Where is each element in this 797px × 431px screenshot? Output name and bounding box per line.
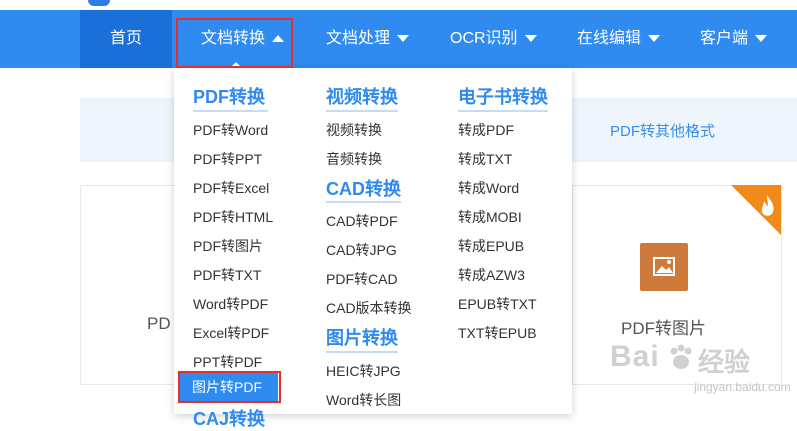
caret-up-icon: [271, 10, 285, 68]
paw-icon: [666, 342, 696, 372]
heading-underline: [326, 351, 398, 353]
heading-underline: [458, 110, 548, 112]
image-icon: [640, 243, 688, 291]
watermark-brand: Bai: [610, 340, 660, 373]
dropdown-heading-cad-convert: CAD转换: [326, 179, 401, 199]
nav-item-label: 文档转换: [201, 30, 266, 48]
caret-down-icon: [647, 10, 661, 68]
heading-underline: [326, 201, 401, 203]
dropdown-link-image-to-pdf[interactable]: 图片转PDF: [180, 373, 278, 401]
dropdown-link[interactable]: PDF转Excel: [193, 178, 269, 198]
dropdown-link[interactable]: HEIC转JPG: [326, 361, 401, 381]
caret-down-icon: [396, 10, 410, 68]
dropdown-heading-caj-convert: CAJ转换: [193, 409, 266, 429]
nav-item-online-edit[interactable]: 在线编辑: [577, 10, 661, 68]
heading-underline: [326, 110, 398, 112]
dropdown-link[interactable]: Excel转PDF: [193, 323, 269, 343]
watermark-url: jingyan.baidu.com: [694, 380, 791, 394]
nav-item-label: 客户端: [700, 30, 749, 48]
dropdown-link[interactable]: CAD转PDF: [326, 211, 398, 231]
dropdown-heading-image-convert: 图片转换: [326, 328, 398, 348]
dropdown-link[interactable]: PDF转HTML: [193, 207, 273, 227]
dropdown-link[interactable]: 转成Word: [458, 178, 519, 198]
dropdown-link[interactable]: Word转PDF: [193, 294, 268, 314]
format-category-label[interactable]: PDF转其他格式: [610, 120, 715, 141]
heading-underline: [193, 110, 268, 112]
watermark-brand-cn: 经验: [698, 347, 751, 377]
dropdown-link[interactable]: 视频转换: [326, 120, 382, 140]
nav-item-label: OCR识别: [450, 30, 518, 48]
dropdown-link[interactable]: EPUB转TXT: [458, 294, 537, 314]
dropdown-link[interactable]: PDF转CAD: [326, 269, 398, 289]
dropdown-link[interactable]: PDF转TXT: [193, 265, 261, 285]
dropdown-link[interactable]: 转成AZW3: [458, 265, 525, 285]
dropdown-link[interactable]: 转成TXT: [458, 149, 512, 169]
dropdown-link[interactable]: PDF转图片: [193, 236, 263, 256]
feature-card[interactable]: [80, 185, 180, 385]
dropdown-link[interactable]: 转成PDF: [458, 120, 514, 140]
dropdown-link[interactable]: PPT转PDF: [193, 352, 262, 372]
nav-item-label: 文档处理: [326, 30, 391, 48]
dropdown-link[interactable]: CAD版本转换: [326, 298, 412, 318]
nav-item-client[interactable]: 客户端: [700, 10, 768, 68]
nav-item-ocr[interactable]: OCR识别: [450, 10, 538, 68]
nav-item-document-process[interactable]: 文档处理: [326, 10, 410, 68]
nav-item-document-convert[interactable]: 文档转换: [201, 10, 285, 68]
feature-card-title: PDF转图片: [621, 319, 706, 338]
dropdown-heading-video-convert: 视频转换: [326, 87, 398, 107]
caret-down-icon: [754, 10, 768, 68]
top-strip: [0, 0, 797, 10]
nav-item-label: 在线编辑: [577, 30, 642, 48]
dropdown-link[interactable]: 转成MOBI: [458, 207, 522, 227]
feature-card-title: PD: [147, 314, 171, 333]
dropdown-link[interactable]: 转成EPUB: [458, 236, 524, 256]
dropdown-link[interactable]: PDF转Word: [193, 120, 268, 140]
baidu-jingyan-watermark: Bai 经验 jingyan.baidu.com: [610, 340, 791, 410]
dropdown-link[interactable]: 音频转换: [326, 149, 382, 169]
dropdown-link[interactable]: TXT转EPUB: [458, 323, 537, 343]
dropdown-link[interactable]: PDF转PPT: [193, 149, 262, 169]
nav-item-home[interactable]: 首页: [80, 10, 172, 68]
dropdown-link[interactable]: CAD转JPG: [326, 240, 397, 260]
caret-down-icon: [524, 10, 538, 68]
hot-badge-icon: [731, 185, 781, 235]
dropdown-heading-pdf-convert: PDF转换: [193, 87, 265, 107]
nav-item-label: 首页: [109, 30, 142, 47]
logo-fragment: [88, 0, 110, 6]
dropdown-heading-ebook-convert: 电子书转换: [458, 87, 548, 107]
dropdown-link[interactable]: Word转长图: [326, 390, 401, 410]
